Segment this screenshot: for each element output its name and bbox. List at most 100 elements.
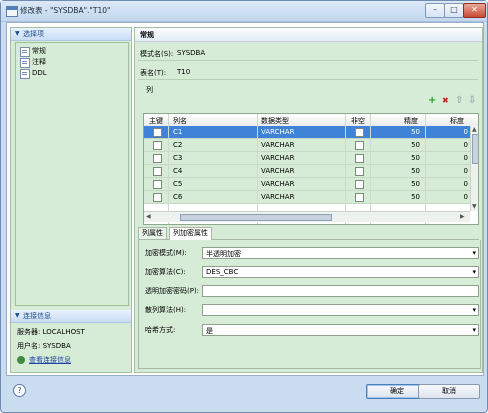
notnull-checkbox[interactable]: [355, 154, 364, 163]
cell-name[interactable]: C1: [173, 128, 182, 136]
page-icon: [20, 69, 30, 79]
enc-alg-select[interactable]: DES_CBC ▾: [202, 266, 479, 278]
cell-type[interactable]: VARCHAR: [261, 141, 294, 149]
grid-divider: [425, 114, 426, 224]
hash-mode-select[interactable]: 是 ▾: [202, 324, 479, 336]
cell-precision[interactable]: 50: [400, 167, 420, 175]
table-name-label: 表名(T):: [140, 69, 167, 77]
cell-precision[interactable]: 50: [400, 128, 420, 136]
cell-name[interactable]: C4: [173, 167, 182, 175]
collapse-icon: ▼: [15, 30, 20, 37]
cell-precision[interactable]: 50: [400, 180, 420, 188]
dialog-window: 修改表 - "SYSDBA"."T10" – □ ✕ ▼ 选择项 常规 注释 D…: [0, 0, 488, 413]
add-column-icon[interactable]: +: [428, 96, 436, 106]
cell-type[interactable]: VARCHAR: [261, 128, 294, 136]
notnull-checkbox[interactable]: [355, 128, 364, 137]
cell-precision[interactable]: 50: [400, 193, 420, 201]
right-pane: 常规 模式名(S): SYSDBA 表名(T): T10 列 + ✖ ⇧ ⇩ 主…: [134, 27, 483, 373]
select-section-label: 选择项: [23, 30, 44, 38]
cell-name[interactable]: C2: [173, 141, 182, 149]
cell-name[interactable]: C6: [173, 193, 182, 201]
enc-mode-value: 半透明加密: [206, 250, 241, 258]
user-info: 用户名: SYSDBA: [17, 342, 71, 350]
tab-column-properties[interactable]: 列属性: [138, 227, 167, 239]
cell-scale[interactable]: 0: [454, 180, 468, 188]
col-header-notnull[interactable]: 非空: [351, 116, 365, 126]
password-field[interactable]: [202, 285, 479, 297]
conn-section-label: 连接信息: [23, 312, 51, 320]
notnull-checkbox[interactable]: [355, 193, 364, 202]
scroll-right-icon[interactable]: ▶: [460, 213, 465, 220]
scroll-down-icon[interactable]: ▼: [472, 203, 477, 210]
cell-name[interactable]: C3: [173, 154, 182, 162]
col-header-pk[interactable]: 主键: [149, 116, 163, 126]
select-section-header[interactable]: ▼ 选择项: [11, 28, 131, 41]
view-connection-link[interactable]: 查看连接信息: [29, 355, 71, 365]
hash-alg-select[interactable]: ▾: [202, 304, 479, 316]
notnull-checkbox[interactable]: [355, 167, 364, 176]
pk-checkbox[interactable]: [153, 128, 162, 137]
enc-mode-select[interactable]: 半透明加密 ▾: [202, 247, 479, 259]
chevron-down-icon: ▾: [472, 306, 476, 314]
title-bar[interactable]: 修改表 - "SYSDBA"."T10" – □ ✕: [1, 1, 487, 22]
scroll-thumb[interactable]: [472, 134, 478, 164]
conn-section-header[interactable]: ▼ 连接信息: [11, 310, 131, 323]
left-pane: ▼ 选择项 常规 注释 DDL ▼ 连接信息 服务器: LOCALHOST 用户…: [10, 27, 132, 373]
maximize-button[interactable]: □: [444, 3, 464, 18]
col-header-name[interactable]: 列名: [173, 116, 187, 126]
cell-scale[interactable]: 0: [454, 128, 468, 136]
tab-column-encryption[interactable]: 列加密属性: [169, 227, 212, 240]
cell-scale[interactable]: 0: [454, 154, 468, 162]
cell-type[interactable]: VARCHAR: [261, 167, 294, 175]
encryption-properties-panel: 加密模式(M): 半透明加密 ▾ 加密算法(C): DES_CBC ▾ 透明加密…: [138, 240, 481, 369]
notnull-checkbox[interactable]: [355, 141, 364, 150]
connection-icon: [17, 356, 25, 364]
cell-type[interactable]: VARCHAR: [261, 193, 294, 201]
divider: [138, 60, 478, 61]
help-icon[interactable]: ?: [13, 384, 26, 397]
cancel-button[interactable]: 取消: [418, 384, 480, 399]
grid-divider: [345, 114, 346, 224]
collapse-icon: ▼: [15, 312, 20, 319]
pk-checkbox[interactable]: [153, 141, 162, 150]
enc-mode-label: 加密模式(M):: [145, 249, 187, 257]
col-header-scale[interactable]: 标度: [450, 116, 464, 126]
move-down-icon[interactable]: ⇩: [468, 96, 476, 106]
minimize-button[interactable]: –: [425, 3, 445, 18]
columns-table: 主键 列名 数据类型 非空 精度 标度 C1 VARCHAR 50 0 C2 V…: [143, 113, 479, 225]
notnull-checkbox[interactable]: [355, 180, 364, 189]
table-row[interactable]: C5 VARCHAR 50 0: [144, 178, 470, 191]
pk-checkbox[interactable]: [153, 154, 162, 163]
pk-checkbox[interactable]: [153, 180, 162, 189]
table-row[interactable]: C2 VARCHAR 50 0: [144, 139, 470, 152]
cell-scale[interactable]: 0: [454, 141, 468, 149]
scroll-thumb[interactable]: [180, 214, 332, 221]
scroll-left-icon[interactable]: ◀: [146, 213, 151, 220]
dialog-body: ▼ 选择项 常规 注释 DDL ▼ 连接信息 服务器: LOCALHOST 用户…: [6, 22, 484, 376]
cell-scale[interactable]: 0: [454, 167, 468, 175]
page-icon: [20, 47, 30, 57]
col-header-type[interactable]: 数据类型: [261, 116, 289, 126]
section-title: 常规: [140, 31, 154, 39]
cell-scale[interactable]: 0: [454, 193, 468, 201]
close-button[interactable]: ✕: [463, 3, 486, 18]
horizontal-scrollbar[interactable]: ◀ ▶: [144, 211, 470, 222]
delete-column-icon[interactable]: ✖: [442, 96, 449, 106]
chevron-down-icon: ▾: [472, 249, 476, 257]
vertical-scrollbar[interactable]: ▲ ▼: [470, 126, 478, 211]
col-header-precision[interactable]: 精度: [404, 116, 418, 126]
grid-divider: [370, 114, 371, 224]
cell-type[interactable]: VARCHAR: [261, 180, 294, 188]
cell-type[interactable]: VARCHAR: [261, 154, 294, 162]
table-row[interactable]: C1 VARCHAR 50 0: [144, 126, 470, 139]
table-row[interactable]: C3 VARCHAR 50 0: [144, 152, 470, 165]
cell-precision[interactable]: 50: [400, 154, 420, 162]
move-up-icon[interactable]: ⇧: [455, 96, 463, 106]
pk-checkbox[interactable]: [153, 167, 162, 176]
cell-name[interactable]: C5: [173, 180, 182, 188]
pk-checkbox[interactable]: [153, 193, 162, 202]
table-row[interactable]: C4 VARCHAR 50 0: [144, 165, 470, 178]
table-row[interactable]: C6 VARCHAR 50 0: [144, 191, 470, 204]
scroll-up-icon[interactable]: ▲: [472, 126, 477, 133]
cell-precision[interactable]: 50: [400, 141, 420, 149]
